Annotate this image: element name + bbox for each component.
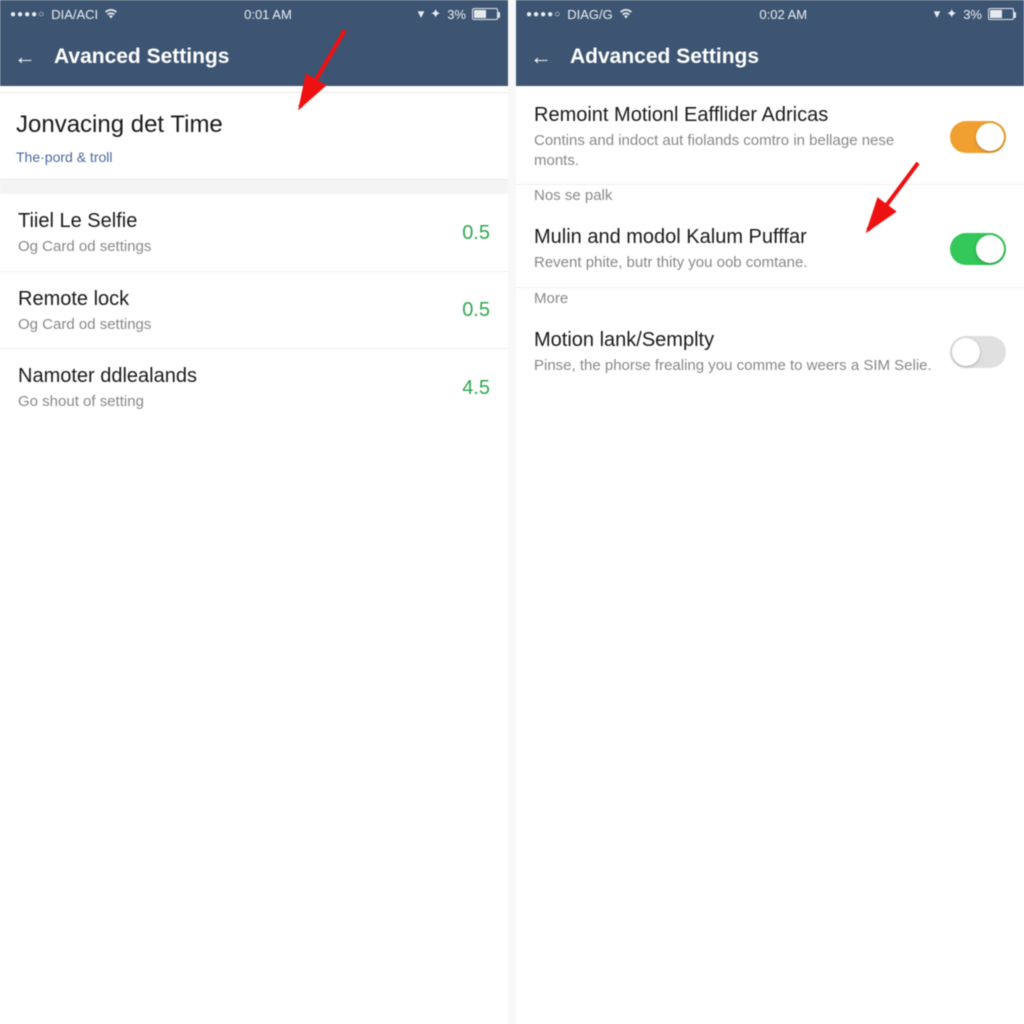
wifi-icon [104, 7, 118, 22]
row-subtitle: Pinse, the phorse frealing you comme to … [534, 356, 940, 376]
nav-bar: ← Advanced Settings [516, 28, 1024, 86]
settings-row[interactable]: Remote lock Og Card od settings 0.5 [0, 272, 508, 350]
card-title: Jonvacing det Time [16, 111, 492, 139]
carrier-label: DIA/ACI [51, 7, 98, 22]
toggle-switch[interactable] [950, 233, 1006, 265]
page-title: Avanced Settings [54, 45, 229, 69]
row-value: 0.5 [462, 222, 490, 245]
row-title: Motion lank/Semplty [534, 329, 940, 352]
row-title: Remote lock [18, 288, 452, 311]
signal-dots-icon: ●●●●○ [526, 9, 561, 20]
row-title: Remoint Motionl Eafflider Adricas [534, 104, 940, 127]
status-bar: ●●●●○ DIA/ACI 0:01 AM ▾ ✦ 3% [0, 0, 508, 28]
row-subtitle: Og Card od settings [18, 237, 452, 257]
card-subtitle: The·pord & troll [16, 149, 492, 165]
settings-row[interactable]: Tiiel Le Selfie Og Card od settings 0.5 [0, 194, 508, 272]
row-title: Tiiel Le Selfie [18, 210, 452, 233]
toggle-switch[interactable] [950, 121, 1006, 153]
bluetooth-icon: ✦ [430, 6, 441, 22]
back-button[interactable]: ← [14, 44, 36, 70]
battery-pct: 3% [447, 7, 466, 22]
battery-icon [988, 8, 1014, 20]
wifi-icon [619, 7, 633, 22]
header-card[interactable]: Jonvacing det Time The·pord & troll [0, 92, 508, 180]
row-subtitle: Contins and indoct aut fiolands comtro i… [534, 131, 940, 170]
settings-row[interactable]: Motion lank/Semplty Pinse, the phorse fr… [516, 313, 1024, 390]
settings-row[interactable]: Remoint Motionl Eafflider Adricas Contin… [516, 86, 1024, 185]
clock: 0:02 AM [633, 7, 934, 22]
row-title: Namoter ddlealands [18, 365, 452, 388]
phone-left: ●●●●○ DIA/ACI 0:01 AM ▾ ✦ 3% ← Avanced S… [0, 0, 508, 1024]
row-value: 4.5 [462, 377, 490, 400]
settings-row[interactable]: Mulin and modol Kalum Pufffar Revent phi… [516, 210, 1024, 288]
content-area: Remoint Motionl Eafflider Adricas Contin… [516, 86, 1024, 1024]
phone-right: ●●●●○ DIAG/G 0:02 AM ▾ ✦ 3% ← Advanced S… [516, 0, 1024, 1024]
row-subtitle: Og Card od settings [18, 315, 452, 335]
back-button[interactable]: ← [530, 44, 552, 70]
clock: 0:01 AM [118, 7, 418, 22]
content-area: Jonvacing det Time The·pord & troll Tiie… [0, 86, 508, 1024]
row-title: Mulin and modol Kalum Pufffar [534, 226, 940, 249]
row-value: 0.5 [462, 299, 490, 322]
row-subtitle: Revent phite, butr thity you oob comtane… [534, 253, 940, 273]
nav-bar: ← Avanced Settings [0, 28, 508, 86]
status-bar: ●●●●○ DIAG/G 0:02 AM ▾ ✦ 3% [516, 0, 1024, 28]
page-title: Advanced Settings [570, 45, 759, 69]
battery-icon [472, 8, 498, 20]
row-subtitle: Go shout of setting [18, 392, 452, 412]
section-label: More [516, 288, 1024, 313]
location-icon: ▾ [418, 6, 425, 22]
bluetooth-icon: ✦ [946, 6, 957, 22]
signal-dots-icon: ●●●●○ [10, 9, 45, 20]
battery-pct: 3% [963, 7, 982, 22]
settings-row[interactable]: Namoter ddlealands Go shout of setting 4… [0, 349, 508, 426]
carrier-label: DIAG/G [567, 7, 613, 22]
toggle-switch[interactable] [950, 336, 1006, 368]
location-icon: ▾ [934, 6, 941, 22]
section-label: Nos se palk [516, 185, 1024, 210]
